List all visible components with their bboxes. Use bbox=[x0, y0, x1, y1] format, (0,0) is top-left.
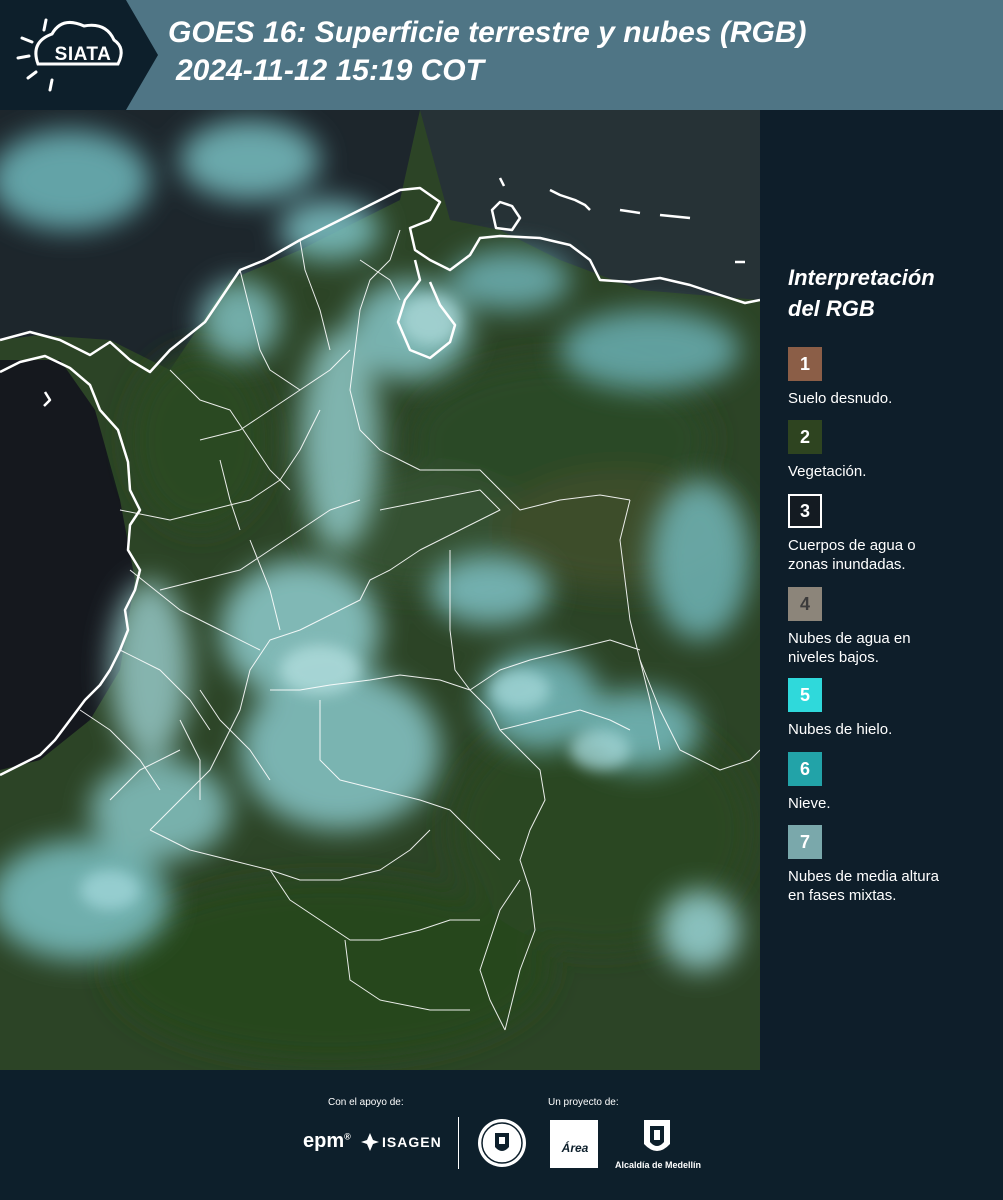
legend-item-vegetation: 2 Vegetación. bbox=[788, 420, 998, 481]
title-timestamp: 2024-11-12 15:19 COT bbox=[176, 54, 484, 87]
isagen-logo: ISAGEN bbox=[382, 1134, 442, 1150]
title-line-1: GOES 16: Superficie terrestre y nubes (R… bbox=[168, 16, 807, 49]
footer: Con el apoyo de: Un proyecto de: epm® IS… bbox=[0, 1070, 1003, 1200]
legend-swatch: 2 bbox=[788, 420, 822, 454]
legend-label: Vegetación. bbox=[788, 463, 867, 480]
legend-label: Cuerpos de agua o zonas inundadas. bbox=[788, 537, 916, 573]
legend-title: Interpretación del RGB bbox=[788, 262, 988, 324]
isagen-icon bbox=[361, 1133, 379, 1151]
legend-item-ice-clouds: 5 Nubes de hielo. bbox=[788, 678, 998, 739]
logo-text: SIATA bbox=[54, 44, 112, 65]
epm-logo: epm® bbox=[303, 1130, 351, 1152]
legend-title-line-2: del RGB bbox=[788, 296, 875, 321]
legend-label: Suelo desnudo. bbox=[788, 390, 893, 407]
legend-title-line-1: Interpretación bbox=[788, 265, 935, 290]
project-label: Un proyecto de: bbox=[548, 1097, 619, 1108]
header: SIATA GOES 16: Superficie terrestre y nu… bbox=[0, 0, 1003, 110]
alcaldia-shield-icon bbox=[644, 1120, 670, 1151]
medellin-seal-icon bbox=[478, 1119, 526, 1167]
area-metropolitana-text: Área bbox=[561, 1141, 589, 1155]
support-label: Con el apoyo de: bbox=[328, 1097, 404, 1108]
legend-item-bare-soil: 1 Suelo desnudo. bbox=[788, 347, 998, 408]
legend-item-snow: 6 Nieve. bbox=[788, 752, 998, 813]
footer-divider bbox=[458, 1117, 459, 1169]
legend-item-mid-level-clouds: 7 Nubes de media altura en fases mixtas. bbox=[788, 825, 998, 905]
legend-swatch: 3 bbox=[788, 494, 822, 528]
legend-label: Nubes de hielo. bbox=[788, 721, 893, 738]
legend-swatch: 1 bbox=[788, 347, 822, 381]
legend-panel: Interpretación del RGB 1 Suelo desnudo. … bbox=[760, 110, 1003, 1070]
legend-item-water-bodies: 3 Cuerpos de agua o zonas inundadas. bbox=[788, 494, 998, 574]
legend-swatch: 4 bbox=[788, 587, 822, 621]
satellite-map bbox=[0, 110, 760, 1070]
legend-item-low-water-clouds: 4 Nubes de agua en niveles bajos. bbox=[788, 587, 998, 667]
legend-swatch: 6 bbox=[788, 752, 822, 786]
alcaldia-text: Alcaldía de Medellín bbox=[614, 1160, 702, 1170]
page-title: GOES 16: Superficie terrestre y nubes (R… bbox=[168, 14, 807, 90]
legend-swatch: 5 bbox=[788, 678, 822, 712]
legend-label: Nubes de media altura en fases mixtas. bbox=[788, 868, 939, 904]
siata-logo: SIATA bbox=[0, 0, 158, 110]
legend-swatch: 7 bbox=[788, 825, 822, 859]
legend-label: Nubes de agua en niveles bajos. bbox=[788, 630, 911, 666]
legend-label: Nieve. bbox=[788, 795, 831, 812]
